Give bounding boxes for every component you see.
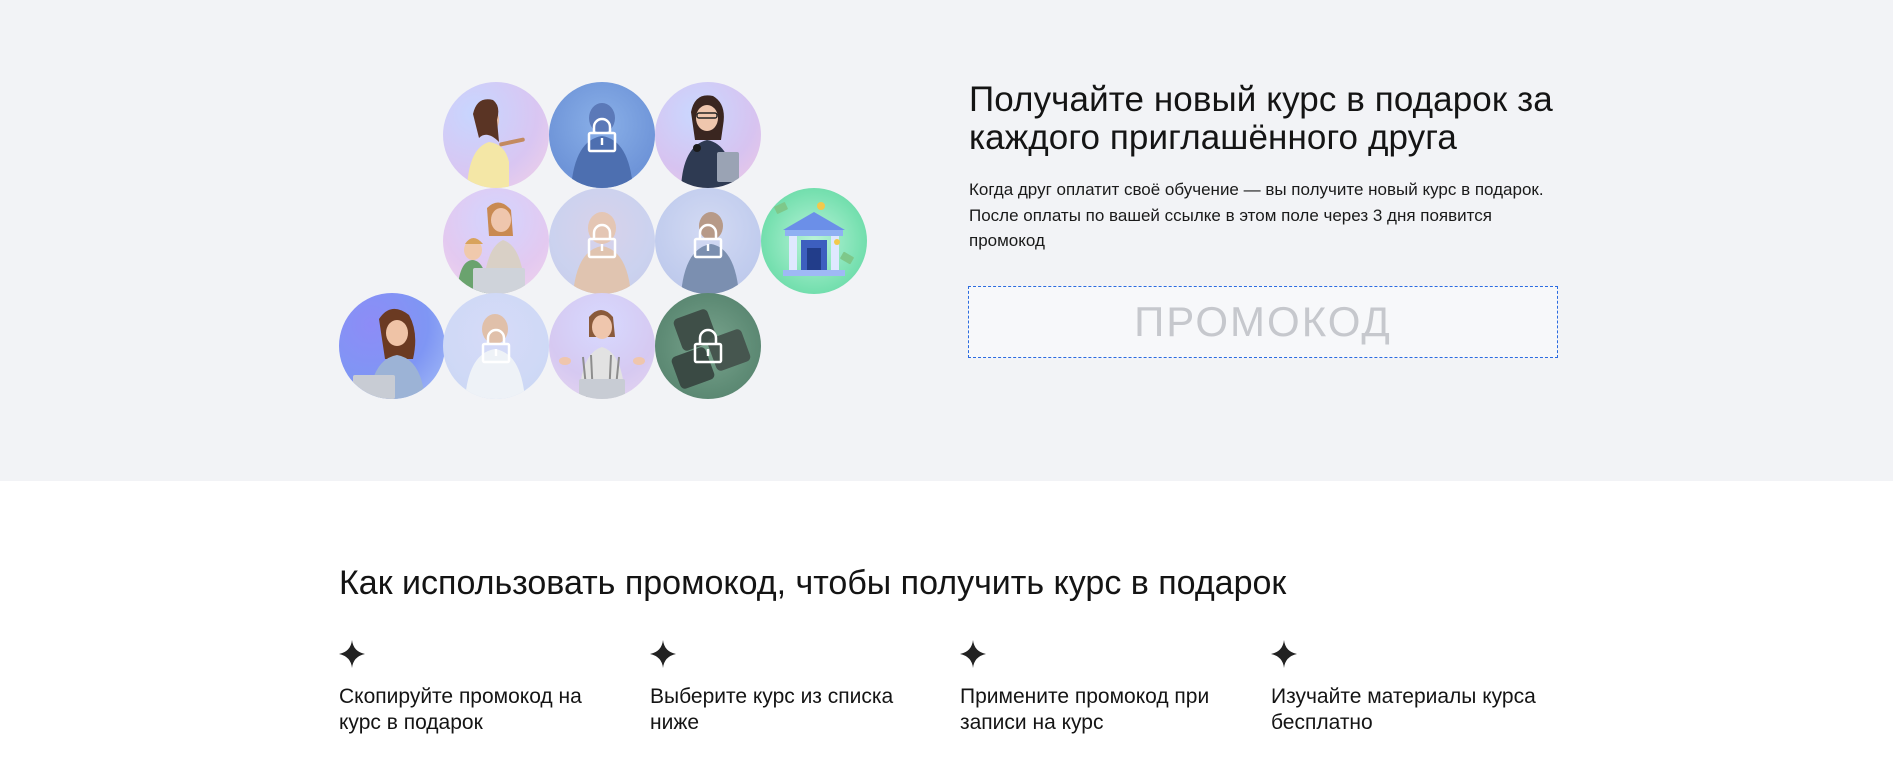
howto-steps: Скопируйте промокод на курс в подарок Вы… (339, 640, 1559, 750)
step-choose-course: Выберите курс из списка ниже (650, 640, 940, 736)
avatar-bank-building (761, 188, 867, 294)
lock-icon (587, 223, 617, 259)
hero-title: Получайте новый курс в подарок за каждог… (969, 80, 1553, 157)
referral-hero-section: Получайте новый курс в подарок за каждог… (0, 0, 1893, 481)
step-label: Изучайте материалы курса бесплатно (1271, 685, 1536, 734)
woman-painting-avatar (467, 99, 525, 188)
sparkle-icon (960, 640, 986, 668)
avatar-locked-5 (655, 293, 761, 399)
avatar-woman-microphone (655, 82, 761, 188)
step-label: Скопируйте промокод на курс в подарок (339, 685, 582, 734)
avatar-mother-child (443, 188, 549, 294)
sparkle-icon (1271, 640, 1297, 668)
promo-code-field[interactable]: ПРОМОКОД (968, 286, 1558, 358)
avatar-locked-1 (549, 82, 655, 188)
lock-icon (693, 223, 723, 259)
avatar-locked-3 (655, 188, 761, 294)
bank-building-icon (774, 202, 854, 276)
step-apply-promo: Примените промокод при записи на курс (960, 640, 1250, 736)
lock-icon (481, 328, 511, 364)
woman-laptop-avatar (353, 308, 425, 399)
step-label: Примените промокод при записи на курс (960, 685, 1210, 734)
avatar-woman-laptop (339, 293, 445, 399)
lock-icon (693, 328, 723, 364)
sparkle-icon (650, 640, 676, 668)
avatar-locked-2 (549, 188, 655, 294)
avatar-grid (0, 0, 1893, 481)
woman-microphone-avatar (681, 95, 739, 188)
hero-description: Когда друг оплатит своё обучение — вы по… (969, 180, 1544, 250)
sparkle-icon (339, 640, 365, 668)
promo-code-placeholder: ПРОМОКОД (1134, 298, 1392, 345)
avatar-woman-painting (443, 82, 549, 188)
woman-meditating-avatar (559, 310, 645, 399)
lock-icon (587, 117, 617, 153)
hero-text-block: Получайте новый курс в подарок за каждог… (969, 81, 1559, 254)
step-copy-promo: Скопируйте промокод на курс в подарок (339, 640, 629, 736)
mother-child-laptop-avatar (457, 202, 525, 294)
howto-title: Как использовать промокод, чтобы получит… (339, 564, 1287, 602)
avatar-locked-4 (443, 293, 549, 399)
step-study-free: Изучайте материалы курса бесплатно (1271, 640, 1561, 736)
step-label: Выберите курс из списка ниже (650, 685, 894, 734)
avatar-woman-meditating (549, 293, 655, 399)
